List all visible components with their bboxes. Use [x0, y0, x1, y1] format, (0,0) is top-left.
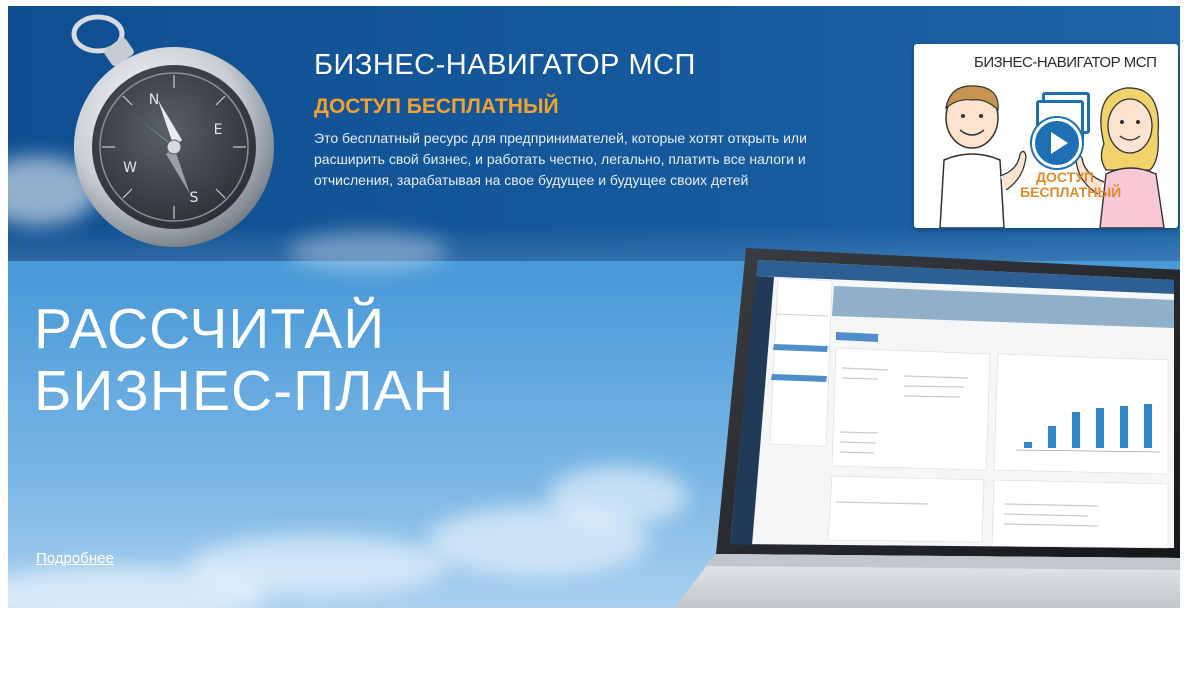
promo-banner: N E S W БИЗНЕС-НАВИГАТОР МСП ДОСТУП БЕСП… — [8, 6, 1180, 608]
video-card-subtitle: ДОСТУП БЕСПЛАТНЫЙ — [1020, 169, 1122, 200]
description-text: Это бесплатный ресурс для предпринимател… — [314, 130, 807, 188]
hero-title: РАССЧИТАЙ БИЗНЕС-ПЛАН — [34, 298, 455, 422]
cloud — [288, 231, 448, 271]
access-label: ДОСТУП БЕСПЛАТНЫЙ — [314, 95, 559, 118]
svg-text:S: S — [190, 190, 199, 206]
laptop-illustration-icon — [673, 248, 1180, 608]
video-card[interactable]: БИЗНЕС-НАВИГАТОР МСП ДОСТУП БЕСПЛАТНЫЙ — [914, 44, 1178, 228]
video-card-title: БИЗНЕС-НАВИГАТОР МСП — [974, 54, 1157, 71]
site-title: БИЗНЕС-НАВИГАТОР МСП — [314, 49, 696, 81]
svg-text:W: W — [123, 160, 137, 176]
compass-icon: N E S W — [71, 14, 274, 247]
more-link[interactable]: Подробнее — [36, 550, 114, 567]
play-icon[interactable] — [1032, 118, 1082, 168]
svg-text:N: N — [149, 92, 159, 108]
svg-text:E: E — [214, 122, 223, 138]
hero-title-line1: РАССЧИТАЙ — [34, 297, 386, 361]
hero-title-line2: БИЗНЕС-ПЛАН — [34, 359, 455, 423]
man-illustration-icon — [939, 85, 1027, 228]
